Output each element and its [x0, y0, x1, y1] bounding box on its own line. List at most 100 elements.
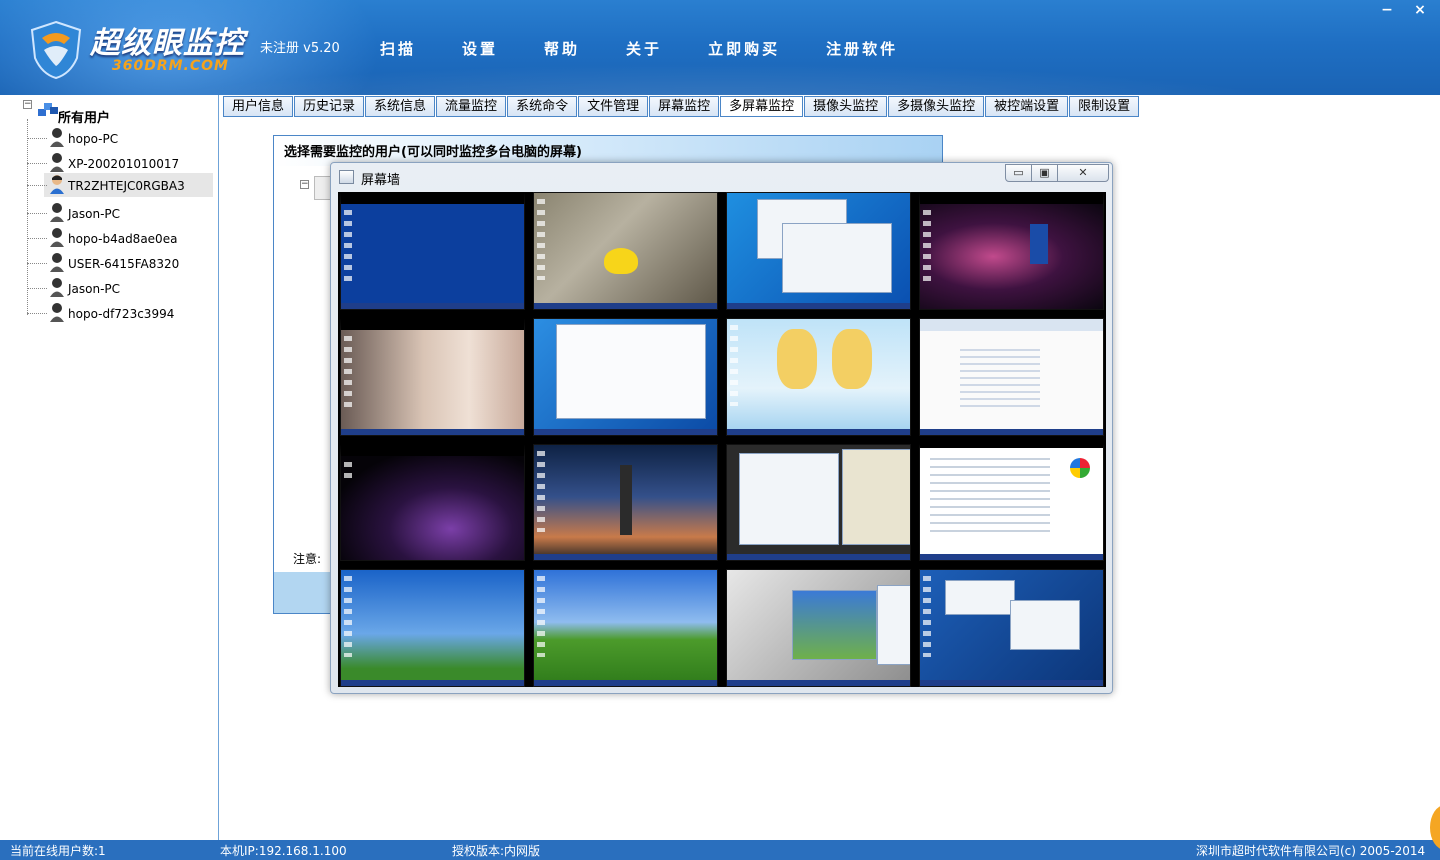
menu-about[interactable]: 关于 — [626, 38, 662, 59]
duck-image — [604, 248, 638, 274]
taskbar — [534, 428, 717, 435]
screen-wall-title: 屏幕墙 — [361, 173, 401, 188]
taskbar — [341, 680, 524, 686]
shield-logo-icon — [30, 20, 82, 80]
tab-user-info[interactable]: 用户信息 — [223, 96, 294, 117]
maximize-icon[interactable]: ▣ — [1031, 164, 1058, 182]
screen-thumbnail[interactable] — [533, 192, 718, 310]
thumbnail-window — [782, 223, 892, 293]
screen-thumbnail[interactable] — [340, 192, 525, 310]
close-icon[interactable]: × — [1405, 0, 1435, 22]
tab-history[interactable]: 历史记录 — [294, 96, 365, 117]
tree-user-name: Jason-PC — [68, 207, 121, 221]
tree-root-label: 所有用户 — [58, 111, 111, 126]
app-title: 超级眼监控 — [90, 26, 245, 61]
tree-user[interactable]: hopo-PC — [27, 126, 213, 150]
collapse-icon[interactable]: − — [23, 100, 32, 109]
desktop-icons — [537, 199, 545, 281]
thumbnail-window — [556, 323, 706, 419]
license-version: 授权版本:内网版 — [452, 844, 541, 858]
taskbar — [534, 554, 717, 561]
user-icon — [50, 203, 64, 222]
collapse-icon[interactable]: − — [300, 180, 309, 189]
screen-thumbnail[interactable] — [340, 569, 525, 687]
tab-multi-screen[interactable]: 多屏幕监控 — [720, 96, 804, 117]
minimize-icon[interactable]: − — [1372, 0, 1402, 22]
version-label: 未注册 v5.20 — [260, 41, 340, 56]
menu-settings[interactable]: 设置 — [462, 38, 498, 59]
menu-buy[interactable]: 立即购买 — [708, 38, 780, 59]
tree-user-selected[interactable]: TR2ZHTEJC0RGBA3 — [27, 173, 213, 197]
thumbnail-window — [739, 452, 839, 545]
user-icon — [50, 128, 64, 147]
tree-branch — [27, 138, 47, 139]
tree-user[interactable]: hopo-df723c3994 — [27, 301, 213, 325]
tree-branch — [27, 163, 47, 164]
taskbar — [727, 680, 910, 686]
tree-user[interactable]: Jason-PC — [27, 201, 213, 225]
taskbar — [920, 428, 1103, 435]
minimize-icon[interactable]: ▭ — [1005, 164, 1032, 182]
tree-user-name: hopo-PC — [68, 132, 119, 146]
tab-camera[interactable]: 摄像头监控 — [804, 96, 888, 117]
screen-thumbnail[interactable] — [919, 569, 1104, 687]
thumbnail-window — [792, 590, 877, 661]
anime-figure — [832, 328, 872, 389]
tree-user-name: USER-6415FA8320 — [68, 257, 180, 271]
tree-branch — [27, 238, 47, 239]
tree-user[interactable]: XP-200201010017 — [27, 151, 213, 175]
tree-user-name: XP-200201010017 — [68, 157, 180, 171]
screen-wall-window: 屏幕墙 ▭ ▣ ✕ — [330, 162, 1113, 694]
menu-register[interactable]: 注册软件 — [826, 38, 898, 59]
screen-thumbnail[interactable] — [340, 317, 525, 436]
screen-thumbnail[interactable] — [919, 317, 1104, 436]
screen-thumbnail[interactable] — [533, 317, 718, 436]
tab-restrictions[interactable]: 限制设置 — [1069, 96, 1140, 117]
screen-thumbnail[interactable] — [726, 192, 911, 310]
tab-system-info[interactable]: 系统信息 — [365, 96, 436, 117]
screen-thumbnail[interactable] — [533, 443, 718, 562]
tree-user[interactable]: hopo-b4ad8ae0ea — [27, 226, 213, 250]
tab-file-manager[interactable]: 文件管理 — [578, 96, 649, 117]
main-menu: 扫描 设置 帮助 关于 立即购买 注册软件 — [380, 38, 944, 59]
desktop-icons — [537, 450, 545, 532]
tree-user[interactable]: Jason-PC — [27, 276, 213, 300]
tree-branch — [27, 263, 47, 264]
tree-branch — [27, 213, 47, 214]
screen-thumbnail[interactable] — [919, 192, 1104, 310]
user-icon — [50, 303, 64, 322]
tree-user[interactable]: USER-6415FA8320 — [27, 251, 213, 275]
network-icon — [38, 103, 58, 116]
desktop-icons — [923, 576, 931, 658]
app-domain: 360DRM.COM — [112, 58, 229, 74]
tab-client-settings[interactable]: 被控端设置 — [985, 96, 1069, 117]
screen-thumbnail[interactable] — [726, 317, 911, 436]
taskbar — [727, 554, 910, 561]
tab-screen-monitor[interactable]: 屏幕监控 — [649, 96, 720, 117]
screen-thumbnail[interactable] — [919, 443, 1104, 562]
window-icon — [339, 170, 354, 184]
browser-toolbar — [920, 318, 1103, 331]
desktop-icons — [344, 576, 352, 658]
desktop-icons — [537, 576, 545, 658]
menu-help[interactable]: 帮助 — [544, 38, 580, 59]
tree-branch — [27, 185, 47, 186]
screen-thumbnail[interactable] — [726, 569, 911, 687]
desktop-icons — [923, 210, 931, 284]
screen-thumbnail[interactable] — [533, 569, 718, 687]
close-icon[interactable]: ✕ — [1057, 164, 1109, 182]
note-label: 注意: — [293, 552, 322, 566]
tab-multi-camera[interactable]: 多摄像头监控 — [888, 96, 985, 117]
taskbar — [727, 428, 910, 435]
thumbnail-window — [842, 448, 910, 545]
tree-branch — [27, 288, 47, 289]
tab-system-command[interactable]: 系统命令 — [507, 96, 578, 117]
taskbar — [341, 428, 524, 435]
user-icon — [50, 253, 64, 272]
screen-thumbnail[interactable] — [340, 443, 525, 562]
tardis-image — [1030, 224, 1048, 264]
tab-traffic[interactable]: 流量监控 — [436, 96, 507, 117]
screen-thumbnail[interactable] — [726, 443, 911, 562]
menu-scan[interactable]: 扫描 — [380, 38, 416, 59]
taskbar — [534, 302, 717, 309]
